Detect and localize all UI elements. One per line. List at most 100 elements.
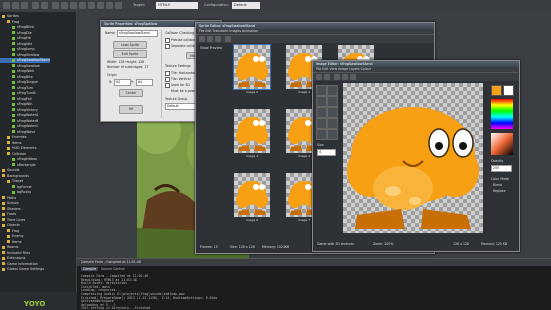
select-tool-icon[interactable] (316, 129, 327, 140)
tree-item[interactable]: Game Information (0, 262, 38, 267)
tree-item[interactable]: Included Files (0, 251, 30, 256)
tree-item[interactable]: Objects (0, 223, 20, 228)
replace-option[interactable]: Replace (493, 189, 506, 193)
spray-tool-icon[interactable] (327, 85, 338, 96)
tree-item[interactable]: sFrogJump (0, 47, 35, 52)
precise-collision-checkbox[interactable] (165, 38, 170, 43)
tree-item[interactable]: sFrogBite (0, 75, 33, 80)
tree-item[interactable]: bgForest (0, 185, 32, 190)
tile-vertical-checkbox[interactable] (165, 77, 170, 82)
tree-item[interactable]: sFrogWaterC (0, 124, 38, 129)
target-select[interactable]: HTML5 (156, 2, 198, 9)
tree-item[interactable]: Enemies (0, 135, 26, 140)
tree-item[interactable]: Sounds (0, 168, 19, 173)
tree-item[interactable]: sFrogIdle (0, 42, 32, 47)
right-colour-swatch[interactable] (503, 85, 514, 96)
tree-item[interactable]: Frog (0, 20, 19, 25)
image-redo-icon[interactable] (324, 74, 330, 80)
opacity-input[interactable]: 255 (491, 165, 512, 172)
tree-item[interactable]: Paths (0, 196, 16, 201)
tree-item[interactable]: sFrogBlink (0, 25, 34, 30)
tree-item[interactable]: Items (0, 240, 22, 245)
sprite-save-icon[interactable] (215, 36, 221, 42)
configuration-select[interactable]: Default (232, 2, 260, 9)
create-path-icon[interactable] (79, 2, 86, 9)
tile-horizontal-checkbox[interactable] (165, 71, 170, 76)
open-project-icon[interactable] (12, 2, 19, 9)
center-origin-button[interactable]: Center (119, 89, 143, 97)
left-colour-swatch[interactable] (491, 85, 502, 96)
tree-item[interactable]: sFrogDie (0, 31, 32, 36)
tree-item[interactable]: Rooms (0, 245, 18, 250)
rectangle-tool-icon[interactable] (327, 107, 338, 118)
sprite-open-icon[interactable] (207, 36, 213, 42)
tree-item[interactable]: sFrogWaterA (0, 113, 38, 118)
tree-item[interactable]: sFrogShadow (0, 53, 39, 58)
tree-item[interactable]: sFrogTongue (0, 80, 38, 85)
separate-masks-checkbox[interactable] (165, 44, 170, 49)
load-sprite-button[interactable]: Load Sprite (113, 41, 147, 49)
tree-item[interactable]: Backgrounds (0, 174, 29, 179)
tree-item[interactable]: Fonts (0, 212, 16, 217)
tree-item[interactable]: Enemy (0, 234, 24, 239)
origin-y-input[interactable]: 64 (136, 79, 153, 86)
sprite-play-icon[interactable] (225, 36, 231, 42)
tree-item[interactable]: Tileset (0, 179, 23, 184)
tree-item[interactable]: Shaders (0, 207, 21, 212)
image-canvas[interactable] (343, 83, 483, 233)
blend-option[interactable]: Blend (493, 183, 502, 187)
colour-picker-square[interactable] (491, 133, 513, 155)
sprite-frame[interactable]: image 3 (234, 109, 270, 158)
new-project-icon[interactable] (3, 2, 10, 9)
zoom-out-icon[interactable] (342, 74, 348, 80)
tree-item[interactable]: HUD Elements (0, 146, 37, 151)
line-tool-icon[interactable] (316, 107, 327, 118)
tree-item[interactable]: sFrogWalk (0, 69, 34, 74)
tree-item[interactable]: sFrogFall (0, 97, 32, 102)
image-undo-icon[interactable] (316, 74, 322, 80)
tree-item[interactable]: Collision (0, 152, 26, 157)
tree-item[interactable]: Scripts (0, 201, 19, 206)
tab-compile[interactable]: Compile (81, 267, 99, 271)
brush-size-input[interactable]: 4 (317, 149, 336, 156)
grid-icon[interactable] (350, 74, 356, 80)
tree-item[interactable]: sFrogWaterB (0, 119, 38, 124)
sprite-frame[interactable]: image 0 (233, 44, 271, 94)
tree-item[interactable]: Items (0, 141, 22, 146)
edit-sprite-button[interactable]: Edit Sprite (113, 50, 147, 58)
tree-item[interactable]: Time Lines (0, 218, 25, 223)
picker-tool-icon[interactable] (327, 96, 338, 107)
tree-item[interactable]: sFrogHitbox (0, 157, 37, 162)
tree-item[interactable]: Frog (0, 229, 19, 234)
tree-item[interactable]: sFrogTurn (0, 86, 33, 91)
colour-palette[interactable] (491, 99, 513, 129)
debug-icon[interactable] (41, 2, 48, 9)
create-room-icon[interactable] (115, 2, 122, 9)
tree-item[interactable]: sFrogSwallowStand (0, 58, 50, 63)
create-script-icon[interactable] (88, 2, 95, 9)
create-sprite-icon[interactable] (52, 2, 59, 9)
create-font-icon[interactable] (97, 2, 104, 9)
text-tool-icon[interactable] (327, 129, 338, 140)
eraser-tool-icon[interactable] (316, 96, 327, 107)
run-icon[interactable] (32, 2, 39, 9)
ellipse-tool-icon[interactable] (316, 118, 327, 129)
tree-item[interactable]: sFrogVictory (0, 108, 38, 113)
tree-item[interactable]: Extensions (0, 256, 25, 261)
tree-item[interactable]: Sprites (0, 14, 19, 19)
create-object-icon[interactable] (106, 2, 113, 9)
create-sound-icon[interactable] (61, 2, 68, 9)
used-3d-checkbox[interactable] (165, 83, 170, 88)
tree-item[interactable]: Global Game Settings (0, 267, 44, 272)
sprite-name-input[interactable]: sFrogSwallowStand (117, 30, 158, 37)
tree-item[interactable]: sFrogWin (0, 102, 32, 107)
tab-source-control[interactable]: Source Control (101, 267, 124, 271)
ok-button[interactable]: OK (119, 105, 143, 114)
tree-item[interactable]: sFrogSwallow (0, 64, 40, 69)
zoom-in-icon[interactable] (334, 74, 340, 80)
save-project-icon[interactable] (21, 2, 28, 9)
tree-item[interactable]: sFrogTurnB (0, 91, 36, 96)
sprite-new-icon[interactable] (199, 36, 205, 42)
fill-tool-icon[interactable] (327, 118, 338, 129)
tree-item[interactable]: sFrogHit (0, 36, 31, 41)
